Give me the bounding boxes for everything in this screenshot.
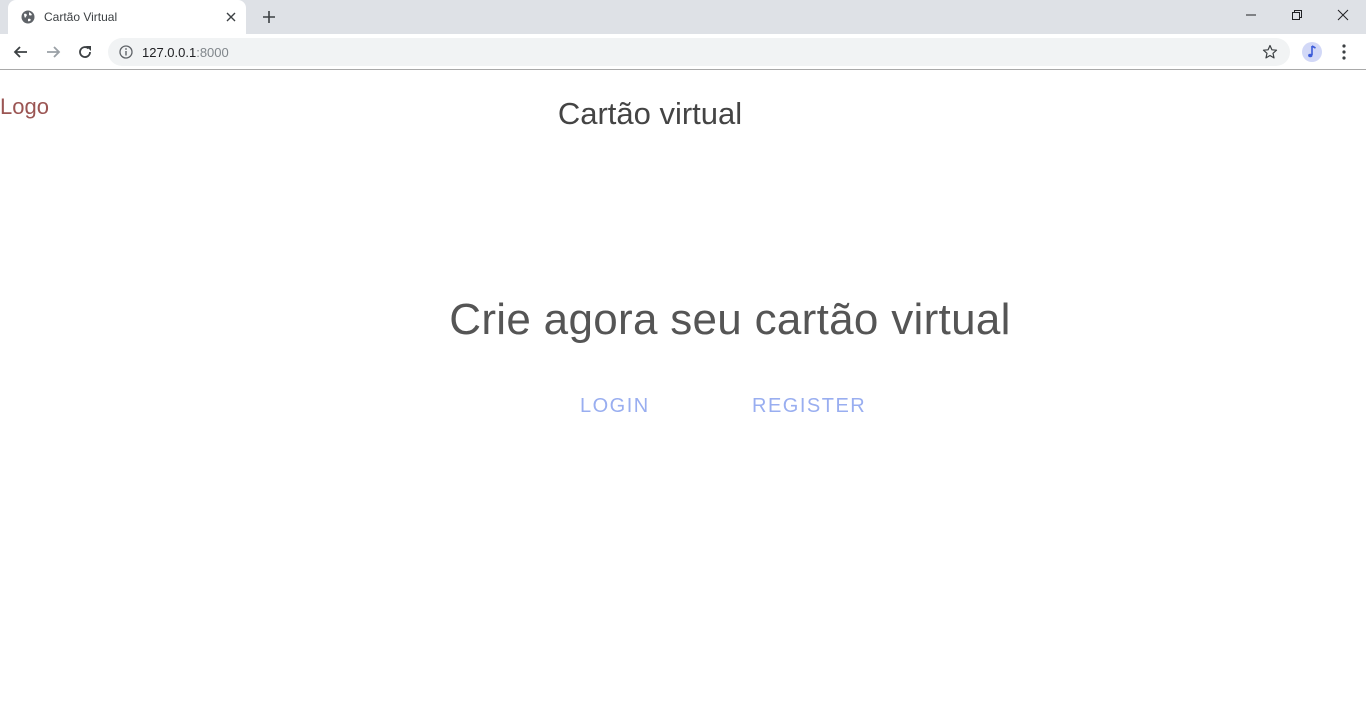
url-host: 127.0.0.1 [142, 45, 197, 60]
reload-icon[interactable] [75, 42, 95, 62]
new-tab-icon[interactable] [260, 8, 278, 26]
minimize-icon [1246, 14, 1256, 16]
login-link[interactable]: LOGIN [580, 395, 650, 418]
register-link[interactable]: REGISTER [752, 395, 866, 418]
forward-arrow-icon[interactable] [43, 42, 63, 62]
url-port: :8000 [196, 45, 229, 60]
profile-avatar[interactable] [1302, 42, 1322, 62]
window-close-button[interactable] [1320, 0, 1366, 30]
tab-title: Cartão Virtual [44, 10, 118, 24]
tab-strip: Cartão Virtual [0, 0, 1366, 34]
hero-heading: Crie agora seu cartão virtual [449, 295, 1011, 344]
restore-button[interactable] [1274, 0, 1320, 30]
globe-icon [21, 10, 35, 24]
logo[interactable]: Logo [0, 94, 49, 120]
url-text[interactable]: 127.0.0.1:8000 [142, 45, 229, 60]
close-icon[interactable] [224, 10, 238, 24]
back-arrow-icon[interactable] [11, 42, 31, 62]
minimize-button[interactable] [1228, 0, 1274, 30]
info-icon[interactable] [119, 45, 133, 59]
page-title: Cartão virtual [557, 96, 743, 131]
browser-toolbar: 127.0.0.1:8000 [0, 34, 1366, 70]
browser-tab[interactable]: Cartão Virtual [8, 0, 246, 34]
kebab-menu-icon[interactable] [1336, 42, 1352, 62]
close-icon [1337, 9, 1349, 21]
address-bar[interactable]: 127.0.0.1:8000 [108, 38, 1290, 66]
page-content: Logo Cartão virtual Crie agora seu cartã… [0, 71, 1366, 728]
restore-icon [1292, 10, 1302, 20]
bookmark-star-icon[interactable] [1262, 44, 1278, 60]
music-note-icon [1308, 45, 1316, 58]
